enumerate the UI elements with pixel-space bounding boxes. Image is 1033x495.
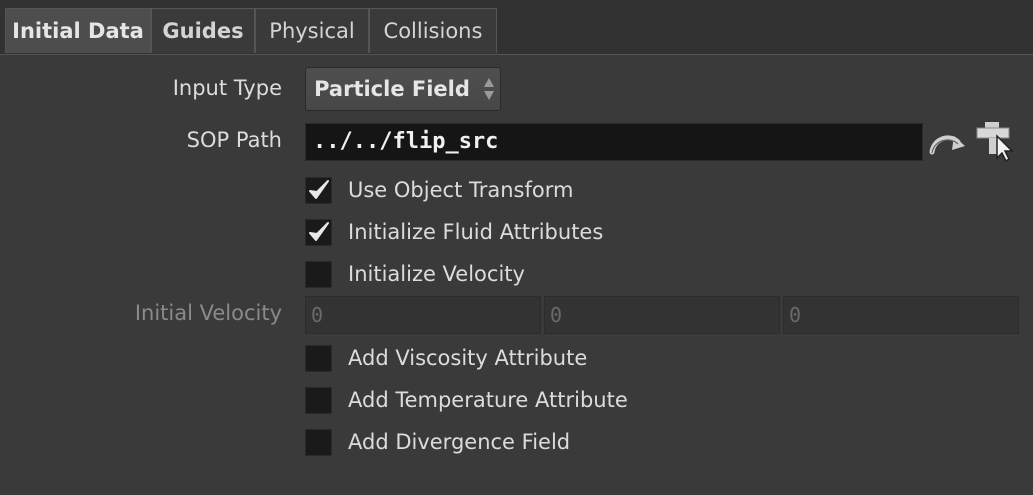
tab-initial-data[interactable]: Initial Data [5, 8, 151, 53]
add-viscosity-checkbox[interactable] [305, 345, 332, 372]
input-type-dropdown[interactable]: Particle Field [305, 67, 501, 111]
input-type-label: Input Type [172, 76, 282, 100]
tab-bar: Initial Data Guides Physical Collisions [0, 0, 1033, 55]
sop-path-label: SOP Path [186, 128, 282, 152]
updown-arrows-icon [482, 77, 496, 101]
input-type-value: Particle Field [314, 77, 470, 101]
initial-velocity-label: Initial Velocity [134, 301, 282, 325]
init-fluid-attrs-label: Initialize Fluid Attributes [348, 220, 604, 244]
add-divergence-checkbox[interactable] [305, 429, 332, 456]
add-viscosity-label: Add Viscosity Attribute [348, 346, 588, 370]
tab-guides[interactable]: Guides [151, 8, 255, 53]
initial-velocity-y-field[interactable]: 0 [544, 296, 780, 334]
initial-velocity-x-field[interactable]: 0 [305, 296, 541, 334]
use-object-transform-label: Use Object Transform [348, 178, 574, 202]
tab-physical[interactable]: Physical [255, 8, 369, 53]
initial-velocity-z-field[interactable]: 0 [783, 296, 1019, 334]
tab-collisions[interactable]: Collisions [369, 8, 497, 53]
add-temperature-label: Add Temperature Attribute [348, 388, 628, 412]
init-velocity-label: Initialize Velocity [348, 262, 525, 286]
add-temperature-checkbox[interactable] [305, 387, 332, 414]
operator-chooser-icon[interactable] [975, 120, 1017, 166]
init-fluid-attrs-checkbox[interactable] [305, 219, 332, 246]
use-object-transform-checkbox[interactable] [305, 177, 332, 204]
init-velocity-checkbox[interactable] [305, 261, 332, 288]
sop-path-field[interactable]: ../../flip_src [305, 123, 923, 161]
add-divergence-label: Add Divergence Field [348, 430, 571, 454]
jump-to-operator-icon[interactable] [928, 126, 968, 164]
